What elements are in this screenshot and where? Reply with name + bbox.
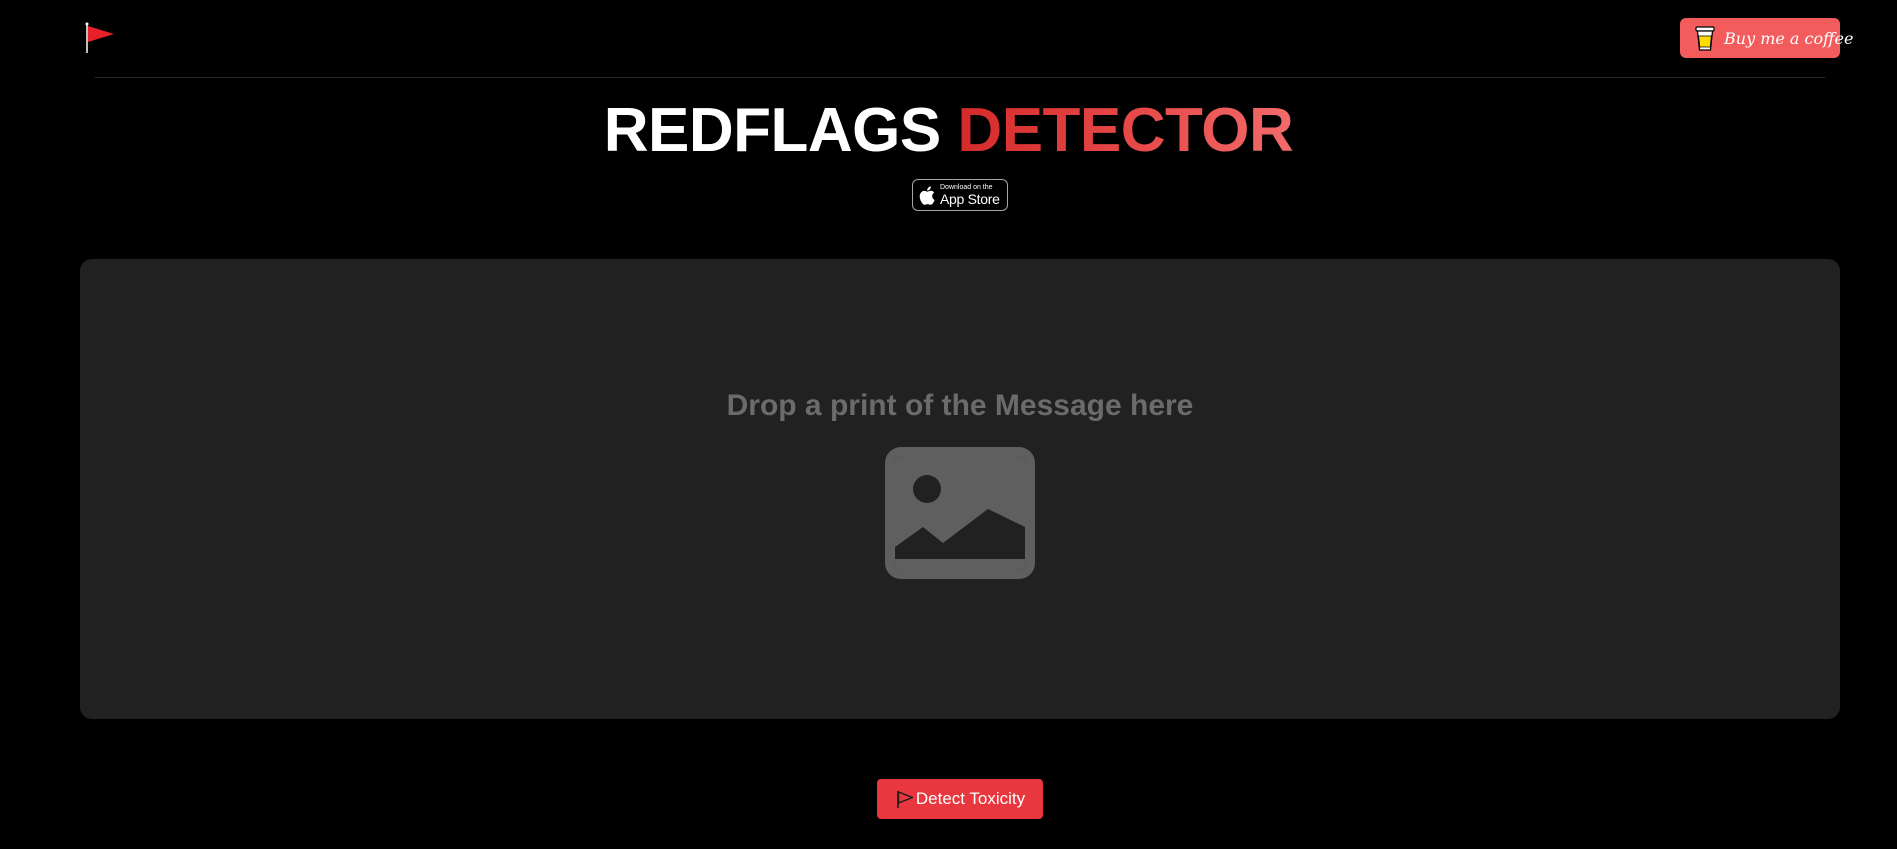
page-title: REDFLAGS DETECTOR	[0, 96, 1897, 166]
header: Buy me a coffee	[0, 0, 1897, 78]
red-flag-icon[interactable]	[85, 22, 117, 54]
flag-outline-icon	[895, 789, 915, 809]
title-detector: DETECTOR	[957, 96, 1294, 165]
dropzone-prompt: Drop a print of the Message here	[726, 389, 1194, 422]
header-divider	[95, 77, 1825, 78]
app-store-badge[interactable]: Download on the App Store	[912, 179, 1008, 211]
apple-icon	[919, 185, 935, 205]
buy-me-a-coffee-label: Buy me a coffee	[1724, 28, 1854, 48]
app-store-small-text: Download on the	[940, 184, 993, 191]
buy-me-a-coffee-button[interactable]: Buy me a coffee	[1680, 18, 1853, 58]
app-store-big-text: App Store	[940, 191, 1000, 207]
page: Buy me a coffee REDFLAGS DETECTOR Downlo…	[0, 0, 1897, 849]
coffee-cup-icon	[1694, 24, 1716, 52]
title-redflags: REDFLAGS	[603, 96, 942, 165]
image-placeholder-icon	[885, 447, 1035, 579]
detect-toxicity-button[interactable]: Detect Toxicity	[877, 779, 1043, 819]
app-store-texts: Download on the App Store	[940, 184, 1000, 206]
image-dropzone[interactable]: Drop a print of the Message here	[80, 259, 1840, 719]
detect-toxicity-label: Detect Toxicity	[915, 789, 1026, 808]
